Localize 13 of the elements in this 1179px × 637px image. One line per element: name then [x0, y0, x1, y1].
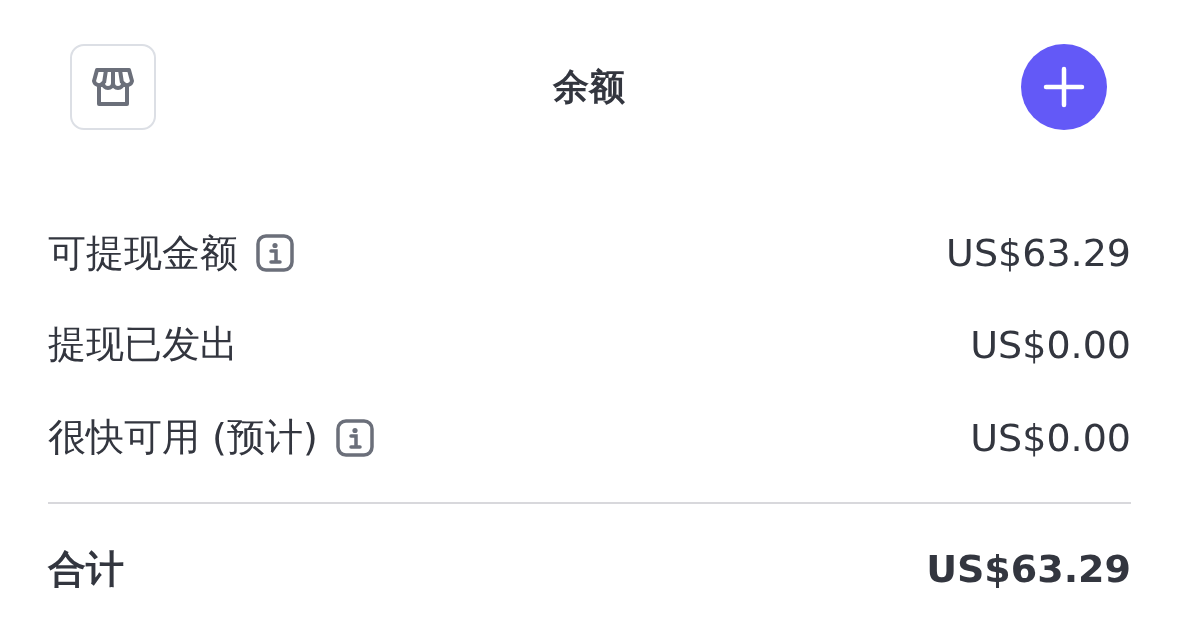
balance-label: 可提现金额: [48, 229, 238, 277]
balance-amount: US$0.00: [970, 415, 1131, 460]
total-label: 合计: [48, 545, 124, 593]
balance-amount: US$63.29: [946, 231, 1131, 275]
balance-label: 很快可用 (预计): [48, 414, 318, 461]
balance-label: 提现已发出: [48, 321, 238, 368]
page-title: 余额: [552, 64, 625, 109]
total-amount: US$63.29: [926, 547, 1131, 591]
balance-amount: US$0.00: [970, 322, 1131, 367]
plus-icon: [1042, 65, 1086, 109]
store-button[interactable]: [70, 44, 156, 130]
info-icon[interactable]: [256, 234, 294, 272]
info-icon[interactable]: [335, 418, 374, 457]
